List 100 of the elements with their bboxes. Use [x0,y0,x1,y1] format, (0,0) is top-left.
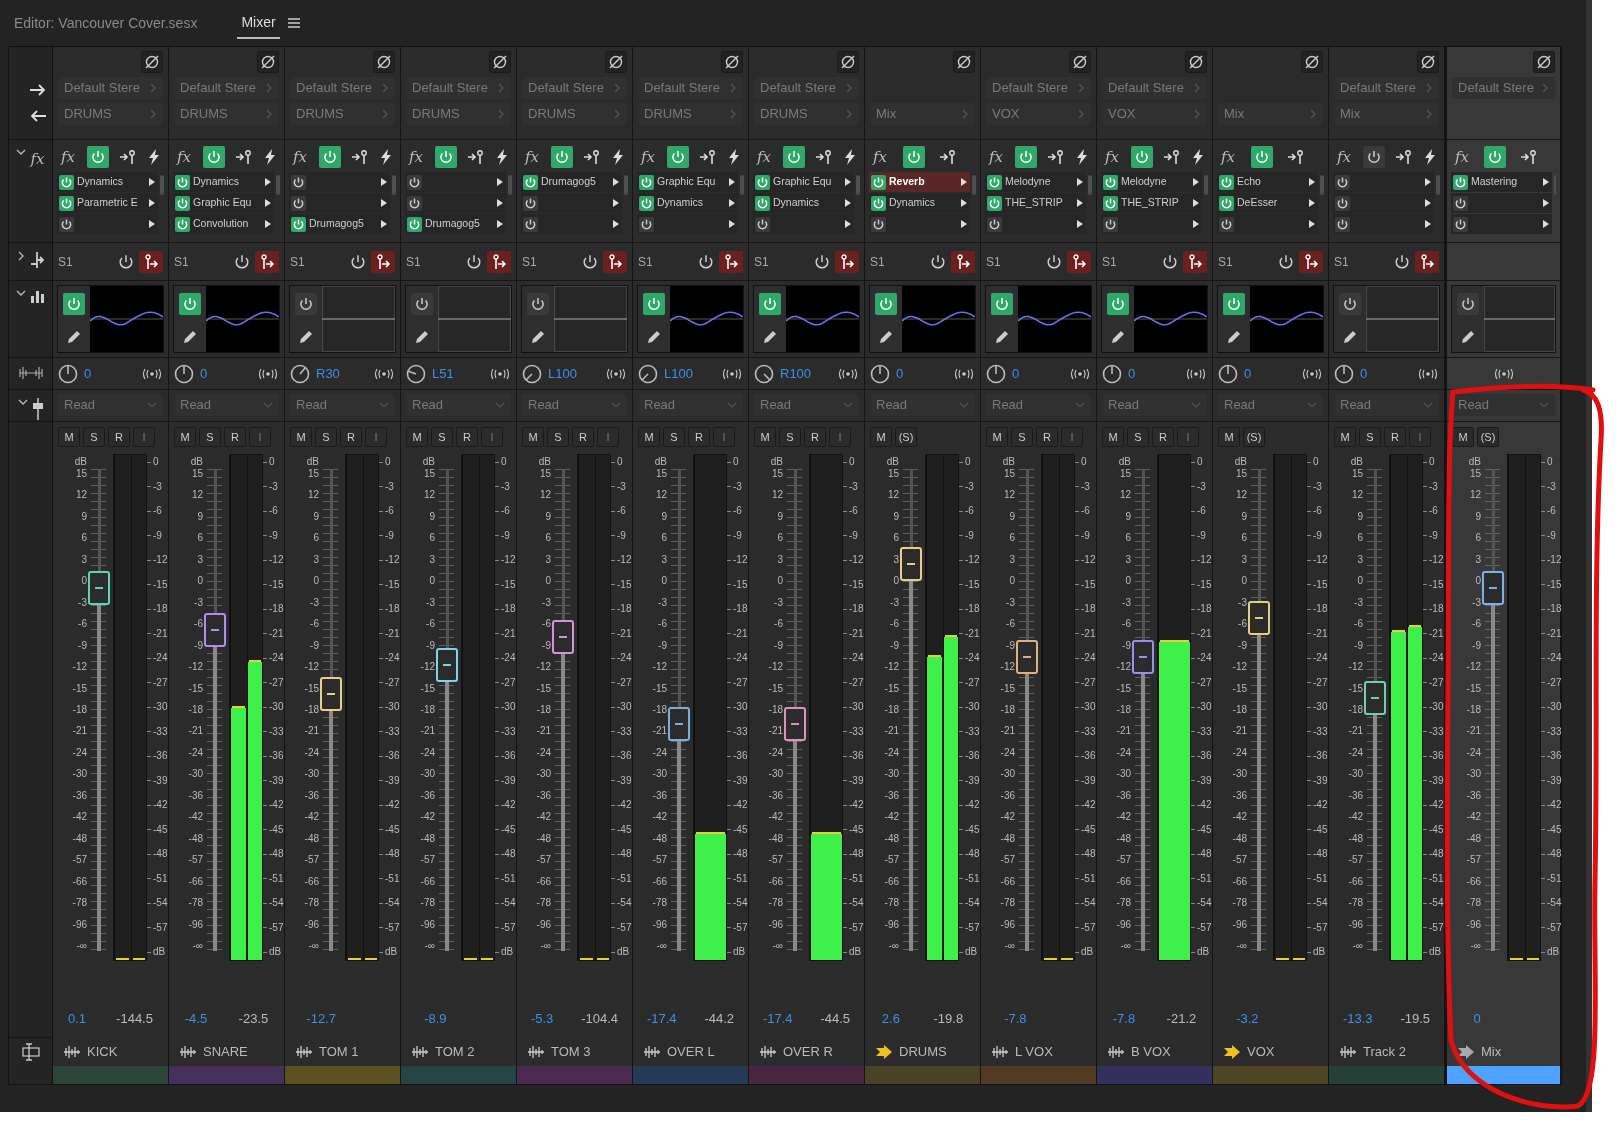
send-route-button[interactable] [1067,250,1091,273]
track-name[interactable]: Mix [1481,1042,1502,1062]
track-name[interactable]: SNARE [203,1042,248,1062]
scrollbar[interactable] [508,175,512,195]
effect-slot[interactable]: THE_STRIP [1101,193,1202,213]
effect-slot[interactable]: DeEsser [1217,193,1318,213]
fader-handle[interactable] [1364,681,1386,716]
phase-invert-icon[interactable] [605,51,627,73]
pencil-icon[interactable] [646,329,662,345]
pre-post-icon[interactable] [236,149,253,165]
send-power-button[interactable] [1393,252,1411,271]
fader-handle[interactable] [320,676,342,711]
pre-post-icon[interactable] [1396,149,1413,165]
fader-handle[interactable] [784,706,806,741]
lightning-icon[interactable] [264,149,276,165]
lightning-icon[interactable] [496,149,508,165]
pan-knob[interactable] [174,363,194,384]
effect-slot[interactable]: Mastering [1451,172,1552,192]
lightning-icon[interactable] [844,149,856,165]
mixer-tab[interactable]: Mixer [237,7,280,39]
scrollbar[interactable] [740,175,744,195]
effect-slot[interactable] [289,172,390,192]
track-toggle-button[interactable]: R [1036,427,1058,447]
pre-post-icon[interactable] [584,149,601,165]
effect-slot[interactable] [1217,214,1318,234]
track-toggle-button[interactable]: S [779,427,801,447]
send-route-button[interactable] [951,250,975,273]
pan-knob[interactable] [986,363,1006,384]
track-toggle-button[interactable]: M [1452,427,1474,447]
track-name[interactable]: VOX [1247,1042,1275,1062]
track-name[interactable]: OVER L [667,1042,715,1062]
pre-post-icon[interactable] [1288,149,1305,165]
track-toggle-button[interactable]: R [1384,427,1406,447]
effect-slot[interactable]: Graphic Equ [637,172,738,192]
pre-post-icon[interactable] [816,149,833,165]
pencil-icon[interactable] [182,329,198,345]
pre-post-icon[interactable] [352,149,369,165]
pre-post-icon[interactable] [1164,149,1181,165]
send-route-button[interactable] [719,250,743,273]
stereo-icon[interactable] [257,367,279,380]
pan-knob[interactable] [522,363,542,384]
stereo-icon[interactable] [489,367,511,380]
track-toggle-button[interactable]: M [870,427,892,447]
phase-invert-icon[interactable] [1417,51,1439,73]
scrollbar[interactable] [972,175,976,195]
pencil-icon[interactable] [1342,329,1358,345]
effect-slot[interactable] [405,193,506,213]
track-toggle-button[interactable]: R [340,427,362,447]
effect-slot[interactable]: Reverb [869,172,970,192]
track-toggle-button[interactable]: S [431,427,453,447]
eq-power-button[interactable] [295,293,317,315]
send-power-button[interactable] [1161,252,1179,271]
phase-invert-icon[interactable] [1301,51,1323,73]
effect-slot[interactable] [1333,172,1434,192]
power-button[interactable] [1130,146,1153,168]
pencil-icon[interactable] [762,329,778,345]
eq-power-button[interactable] [179,293,201,315]
track-toggle-button[interactable]: S [315,427,337,447]
effect-slot[interactable] [289,193,390,213]
track-toggle-button[interactable]: R [456,427,478,447]
effect-slot[interactable] [1451,193,1552,213]
fader-handle[interactable] [1482,570,1504,605]
track-toggle-button[interactable]: M [406,427,428,447]
track-toggle-button[interactable]: S [83,427,105,447]
track-toggle-button[interactable]: M [754,427,776,447]
track-toggle-button[interactable]: M [290,427,312,447]
phase-invert-icon[interactable] [721,51,743,73]
pan-knob[interactable] [406,363,426,384]
effect-slot[interactable] [521,193,622,213]
eq-power-button[interactable] [759,293,781,315]
eq-power-button[interactable] [411,293,433,315]
fader-handle[interactable] [436,648,458,683]
power-button[interactable] [1250,146,1273,168]
stereo-icon[interactable] [141,367,163,380]
scrollbar[interactable] [1320,175,1324,195]
effect-slot[interactable]: Melodyne [985,172,1086,192]
pre-post-icon[interactable] [1521,149,1537,165]
eq-power-button[interactable] [991,293,1013,315]
track-toggle-button[interactable]: (S) [1477,427,1499,447]
effect-slot[interactable] [1451,214,1552,234]
fader-handle[interactable] [88,570,110,605]
effect-slot[interactable]: Melodyne [1101,172,1202,192]
chevron-right-icon[interactable] [16,251,25,261]
track-toggle-button[interactable]: M [522,427,544,447]
scrollbar[interactable] [1088,175,1092,195]
fader-handle[interactable] [1132,640,1154,674]
pre-post-icon[interactable] [1048,149,1065,165]
phase-invert-icon[interactable] [257,51,279,73]
effect-slot[interactable]: Dynamics [173,172,274,192]
track-toggle-button[interactable]: M [1334,427,1356,447]
track-toggle-button[interactable]: M [986,427,1008,447]
eq-power-button[interactable] [63,293,85,315]
send-route-button[interactable] [1183,250,1207,273]
fader-handle[interactable] [204,613,226,647]
pre-post-icon[interactable] [700,149,717,165]
track-toggle-button[interactable]: M [1218,427,1240,447]
power-button[interactable] [666,146,689,168]
phase-invert-icon[interactable] [1185,51,1207,73]
pre-post-icon[interactable] [940,149,957,165]
effect-slot[interactable] [869,214,970,234]
